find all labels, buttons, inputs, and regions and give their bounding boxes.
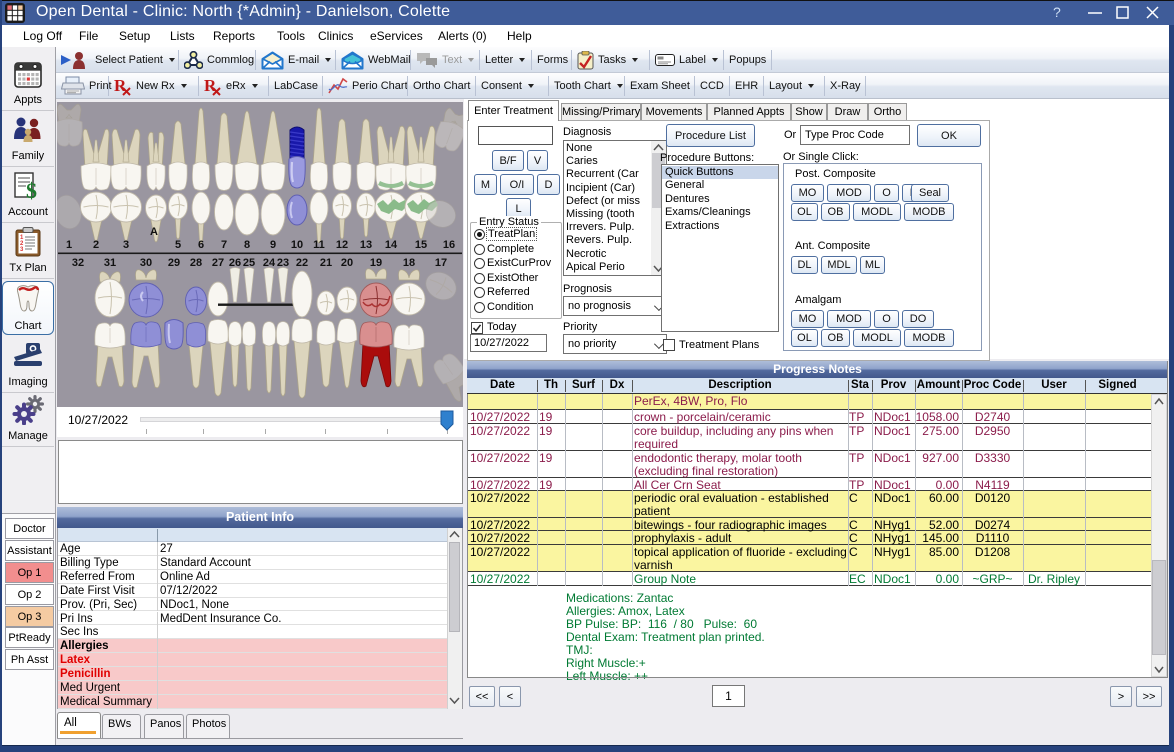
svg-text:29: 29	[168, 257, 180, 269]
svg-text:20: 20	[341, 257, 353, 269]
svg-text:15: 15	[415, 239, 427, 251]
svg-text:17: 17	[435, 257, 447, 269]
svg-text:3: 3	[123, 239, 129, 251]
svg-text:11: 11	[313, 239, 325, 251]
svg-text:22: 22	[296, 257, 308, 269]
svg-text:14: 14	[385, 239, 398, 251]
svg-text:7: 7	[221, 239, 227, 251]
svg-text:5: 5	[175, 239, 181, 251]
svg-text:10: 10	[291, 239, 303, 251]
svg-text:18: 18	[403, 257, 415, 269]
svg-text:30: 30	[140, 257, 152, 269]
svg-text:32: 32	[72, 257, 84, 269]
svg-text:8: 8	[244, 239, 250, 251]
svg-text:31: 31	[104, 257, 116, 269]
svg-text:9: 9	[270, 239, 276, 251]
svg-text:27: 27	[212, 257, 224, 269]
svg-text:1: 1	[66, 239, 72, 251]
svg-text:13: 13	[360, 239, 372, 251]
svg-text:6: 6	[198, 239, 204, 251]
svg-text:21: 21	[320, 257, 332, 269]
svg-text:16: 16	[443, 239, 455, 251]
svg-text:12: 12	[336, 239, 348, 251]
svg-text:19: 19	[370, 257, 382, 269]
svg-text:2: 2	[93, 239, 99, 251]
svg-text:A: A	[150, 226, 158, 238]
svg-text:$: $	[26, 178, 37, 201]
svg-text:28: 28	[190, 257, 202, 269]
